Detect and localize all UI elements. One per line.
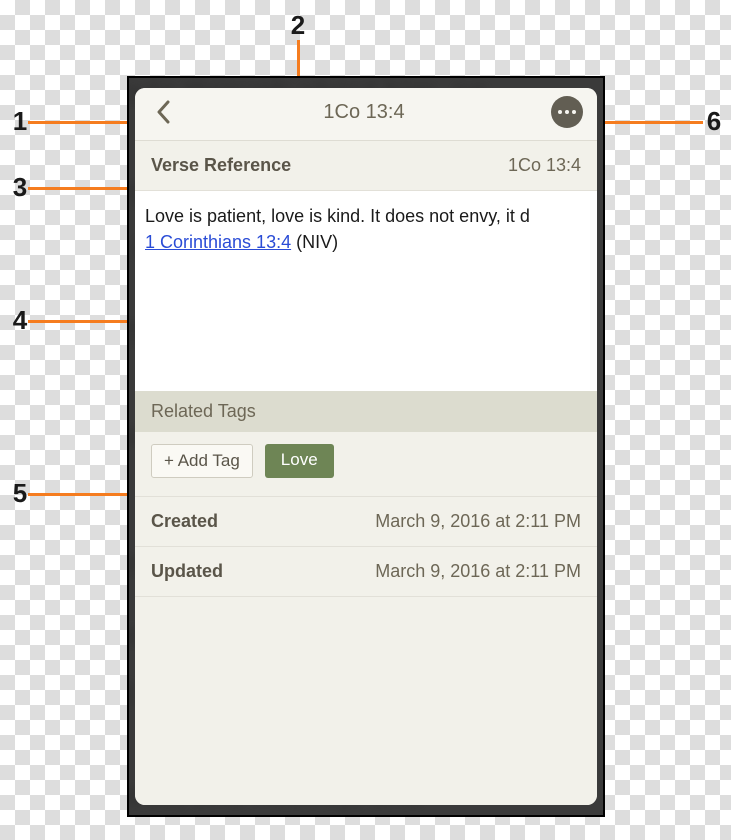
callout-line-1	[28, 121, 132, 124]
verse-reference-row[interactable]: Verse Reference 1Co 13:4	[135, 141, 597, 191]
callout-line-4	[28, 320, 132, 323]
callout-6: 6	[702, 106, 726, 137]
tag-chip-love[interactable]: Love	[265, 444, 334, 478]
back-button[interactable]	[149, 98, 177, 126]
note-verse-link[interactable]: 1 Corinthians 13:4	[145, 232, 291, 252]
more-button[interactable]	[551, 96, 583, 128]
panel-filler	[135, 597, 597, 805]
panel-header: 1Co 13:4	[135, 88, 597, 141]
created-label: Created	[151, 511, 218, 532]
note-panel: 1Co 13:4 Verse Reference 1Co 13:4 Love i…	[135, 88, 597, 805]
updated-label: Updated	[151, 561, 223, 582]
tags-row: + Add Tag Love	[135, 432, 597, 497]
created-value: March 9, 2016 at 2:11 PM	[375, 511, 581, 532]
callout-line-6	[599, 121, 703, 124]
created-row: Created March 9, 2016 at 2:11 PM	[135, 497, 597, 547]
callout-line-5	[28, 493, 132, 496]
add-tag-button[interactable]: + Add Tag	[151, 444, 253, 478]
related-tags-heading: Related Tags	[135, 391, 597, 432]
callout-2: 2	[286, 10, 310, 41]
note-text-suffix: (NIV)	[291, 232, 338, 252]
updated-row: Updated March 9, 2016 at 2:11 PM	[135, 547, 597, 597]
callout-line-3	[28, 187, 132, 190]
updated-value: March 9, 2016 at 2:11 PM	[375, 561, 581, 582]
note-text-prefix: Love is patient, love is kind. It does n…	[145, 206, 530, 226]
chevron-left-icon	[156, 100, 170, 124]
header-title: 1Co 13:4	[323, 101, 404, 124]
verse-reference-value: 1Co 13:4	[508, 155, 581, 176]
phone-frame: made through about him, an ning. There h…	[127, 76, 605, 817]
note-body[interactable]: Love is patient, love is kind. It does n…	[135, 191, 597, 391]
more-icon	[558, 110, 562, 114]
verse-reference-label: Verse Reference	[151, 155, 291, 176]
